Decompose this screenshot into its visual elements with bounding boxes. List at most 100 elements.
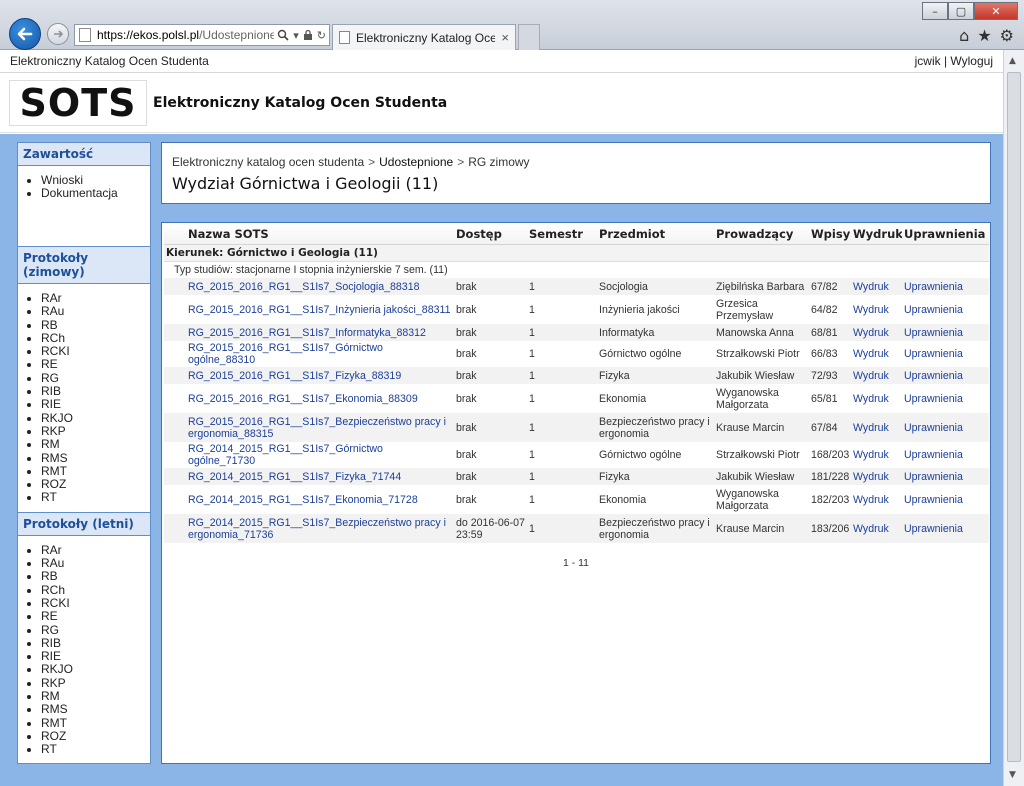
- search-icon[interactable]: [277, 29, 289, 41]
- protocol-link[interactable]: RG_2014_2015_RG1__S1Is7_Bezpieczeństwo p…: [188, 517, 446, 541]
- minimize-button[interactable]: –: [922, 2, 948, 20]
- protocol-link[interactable]: RG_2014_2015_RG1__S1Is7_Ekonomia_71728: [188, 494, 418, 506]
- sidebar-link-wnioski[interactable]: Wnioski: [41, 173, 150, 187]
- sidebar-link-rms[interactable]: RMS: [41, 703, 150, 717]
- permissions-link[interactable]: Uprawnienia: [904, 281, 963, 293]
- breadcrumb-item-udostepnione[interactable]: Udostepnione: [379, 155, 453, 169]
- sidebar-link-re[interactable]: RE: [41, 609, 150, 623]
- sidebar-link-roz[interactable]: ROZ: [41, 477, 150, 491]
- sidebar-link-rkjo[interactable]: RKJO: [41, 411, 150, 425]
- print-link[interactable]: Wydruk: [853, 370, 889, 382]
- sidebar-link-rkp[interactable]: RKP: [41, 424, 150, 438]
- print-link[interactable]: Wydruk: [853, 348, 889, 360]
- protocol-link[interactable]: RG_2014_2015_RG1__S1Is7_Fizyka_71744: [188, 471, 401, 483]
- sidebar-list-zawartosc: WnioskiDokumentacja: [18, 166, 150, 246]
- sidebar-link-rkp[interactable]: RKP: [41, 676, 150, 690]
- sidebar-link-rch[interactable]: RCh: [41, 583, 150, 597]
- protocol-link[interactable]: RG_2015_2016_RG1__S1Is7_Socjologia_88318: [188, 281, 419, 293]
- scroll-down-icon[interactable]: ▼: [1009, 770, 1016, 780]
- scroll-up-icon[interactable]: ▲: [1009, 56, 1016, 66]
- permissions-link[interactable]: Uprawnienia: [904, 327, 963, 339]
- sidebar-link-rt[interactable]: RT: [41, 491, 150, 505]
- sidebar-link-rcki[interactable]: RCKI: [41, 344, 150, 358]
- sidebar-link-rib[interactable]: RIB: [41, 636, 150, 650]
- permissions-link[interactable]: Uprawnienia: [904, 523, 963, 535]
- permissions-link[interactable]: Uprawnienia: [904, 370, 963, 382]
- sidebar-link-rms[interactable]: RMS: [41, 451, 150, 465]
- protocol-link[interactable]: RG_2015_2016_RG1__S1Is7_Górnictwo ogólne…: [188, 342, 383, 366]
- permissions-link[interactable]: Uprawnienia: [904, 393, 963, 405]
- print-link[interactable]: Wydruk: [853, 281, 889, 293]
- dropdown-icon[interactable]: ▾: [293, 29, 299, 42]
- sidebar-link-rt[interactable]: RT: [41, 742, 150, 756]
- sidebar-link-rkjo[interactable]: RKJO: [41, 663, 150, 677]
- print-link[interactable]: Wydruk: [853, 393, 889, 405]
- sidebar-link-dokumentacja[interactable]: Dokumentacja: [41, 186, 150, 200]
- permissions-link[interactable]: Uprawnienia: [904, 449, 963, 461]
- print-link[interactable]: Wydruk: [853, 422, 889, 434]
- protocol-link[interactable]: RG_2015_2016_RG1__S1Is7_Ekonomia_88309: [188, 393, 418, 405]
- sidebar-link-rg[interactable]: RG: [41, 623, 150, 637]
- sidebar-link-rch[interactable]: RCh: [41, 331, 150, 345]
- new-tab-button[interactable]: [518, 24, 540, 50]
- column-header-wydruk: Wydruk: [851, 225, 902, 245]
- sidebar-link-rcki[interactable]: RCKI: [41, 596, 150, 610]
- page-viewport: Elektroniczny Katalog Ocen Studenta jcwi…: [0, 50, 1003, 786]
- lock-icon[interactable]: [303, 29, 313, 41]
- column-header-prowadzacy: Prowadzący: [714, 225, 809, 245]
- close-button[interactable]: ✕: [974, 2, 1018, 20]
- gear-icon[interactable]: ⚙: [1000, 26, 1014, 45]
- print-link[interactable]: Wydruk: [853, 471, 889, 483]
- print-link[interactable]: Wydruk: [853, 327, 889, 339]
- permissions-link[interactable]: Uprawnienia: [904, 471, 963, 483]
- back-button[interactable]: [9, 18, 41, 50]
- protocol-link[interactable]: RG_2015_2016_RG1__S1Is7_Inżynieria jakoś…: [188, 304, 450, 316]
- sidebar-link-rb[interactable]: RB: [41, 570, 150, 584]
- browser-tab[interactable]: Elektroniczny Katalog Ocen... ×: [332, 24, 516, 50]
- address-bar[interactable]: https://ekos.polsl.pl/Udostepnione ▾ ↻: [74, 24, 330, 46]
- protocol-link[interactable]: RG_2015_2016_RG1__S1Is7_Bezpieczeństwo p…: [188, 416, 446, 440]
- maximize-button[interactable]: ▢: [948, 2, 974, 20]
- scrollbar-thumb[interactable]: [1007, 72, 1021, 762]
- permissions-link[interactable]: Uprawnienia: [904, 494, 963, 506]
- sidebar-link-rau[interactable]: RAu: [41, 556, 150, 570]
- sidebar-link-rar[interactable]: RAr: [41, 291, 150, 305]
- sidebar-link-rm[interactable]: RM: [41, 689, 150, 703]
- sidebar-link-rmt[interactable]: RMT: [41, 716, 150, 730]
- home-icon[interactable]: ⌂: [959, 26, 969, 45]
- sots-logo[interactable]: SOTS: [9, 79, 147, 126]
- tab-close-icon[interactable]: ×: [501, 30, 509, 45]
- logout-link[interactable]: Wyloguj: [950, 54, 993, 68]
- breadcrumb-item-home[interactable]: Elektroniczny katalog ocen studenta: [172, 155, 364, 169]
- sidebar-link-roz[interactable]: ROZ: [41, 729, 150, 743]
- cell-prowadzacy: Wyganowska Małgorzata: [714, 485, 809, 514]
- sidebar-link-rie[interactable]: RIE: [41, 398, 150, 412]
- sidebar-link-rg[interactable]: RG: [41, 371, 150, 385]
- protocol-link[interactable]: RG_2015_2016_RG1__S1Is7_Fizyka_88319: [188, 370, 401, 382]
- vertical-scrollbar[interactable]: ▲ ▼: [1003, 50, 1024, 786]
- permissions-link[interactable]: Uprawnienia: [904, 422, 963, 434]
- sidebar-link-rar[interactable]: RAr: [41, 543, 150, 557]
- sidebar-link-rie[interactable]: RIE: [41, 649, 150, 663]
- cell-prowadzacy: Wyganowska Małgorzata: [714, 384, 809, 413]
- print-link[interactable]: Wydruk: [853, 304, 889, 316]
- protocol-link[interactable]: RG_2015_2016_RG1__S1Is7_Informatyka_8831…: [188, 327, 426, 339]
- sidebar-link-rib[interactable]: RIB: [41, 384, 150, 398]
- forward-button[interactable]: [47, 23, 69, 45]
- permissions-link[interactable]: Uprawnienia: [904, 348, 963, 360]
- sidebar-link-rb[interactable]: RB: [41, 318, 150, 332]
- sidebar-link-rm[interactable]: RM: [41, 437, 150, 451]
- sidebar-link-re[interactable]: RE: [41, 358, 150, 372]
- protocol-link[interactable]: RG_2014_2015_RG1__S1Is7_Górnictwo ogólne…: [188, 443, 383, 467]
- cell-dostep: brak: [454, 295, 527, 324]
- permissions-link[interactable]: Uprawnienia: [904, 304, 963, 316]
- user-link[interactable]: jcwik: [915, 54, 941, 68]
- sidebar-link-rau[interactable]: RAu: [41, 304, 150, 318]
- print-link[interactable]: Wydruk: [853, 523, 889, 535]
- refresh-icon[interactable]: ↻: [317, 29, 326, 42]
- print-link[interactable]: Wydruk: [853, 449, 889, 461]
- print-link[interactable]: Wydruk: [853, 494, 889, 506]
- star-icon[interactable]: ★: [977, 26, 991, 45]
- sidebar-link-rmt[interactable]: RMT: [41, 464, 150, 478]
- page-icon: [79, 28, 91, 42]
